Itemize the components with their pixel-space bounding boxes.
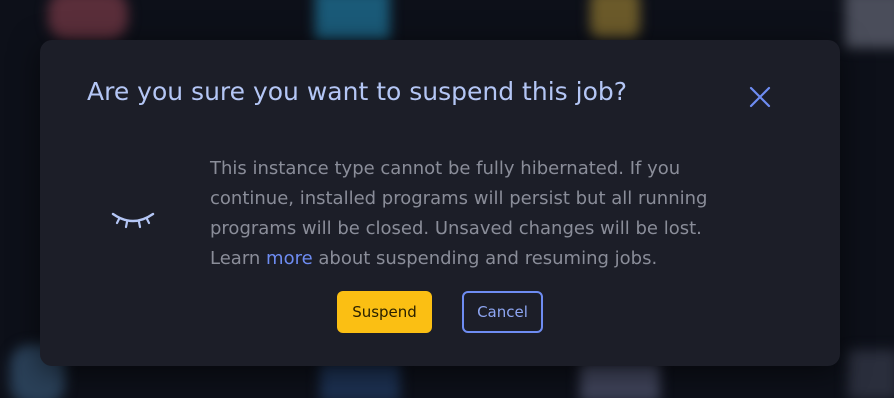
background-tile: [845, 0, 894, 48]
cancel-button[interactable]: Cancel: [462, 291, 543, 333]
suspend-button[interactable]: Suspend: [337, 291, 432, 333]
suspend-job-dialog: Are you sure you want to suspend this jo…: [40, 40, 840, 366]
dialog-title: Are you sure you want to suspend this jo…: [87, 77, 628, 106]
background-tile: [590, 0, 640, 38]
learn-more-link[interactable]: more: [266, 248, 313, 269]
close-icon: [749, 86, 771, 108]
closed-eye-icon: [110, 204, 156, 234]
close-button[interactable]: [746, 83, 774, 111]
dialog-message: This instance type cannot be fully hiber…: [210, 154, 750, 274]
background-tile: [848, 350, 894, 398]
background-tile: [320, 362, 400, 398]
message-text-end: about suspending and resuming jobs.: [312, 248, 658, 269]
background-tile: [48, 0, 128, 40]
background-tile: [580, 362, 660, 398]
background-tile: [315, 0, 390, 40]
